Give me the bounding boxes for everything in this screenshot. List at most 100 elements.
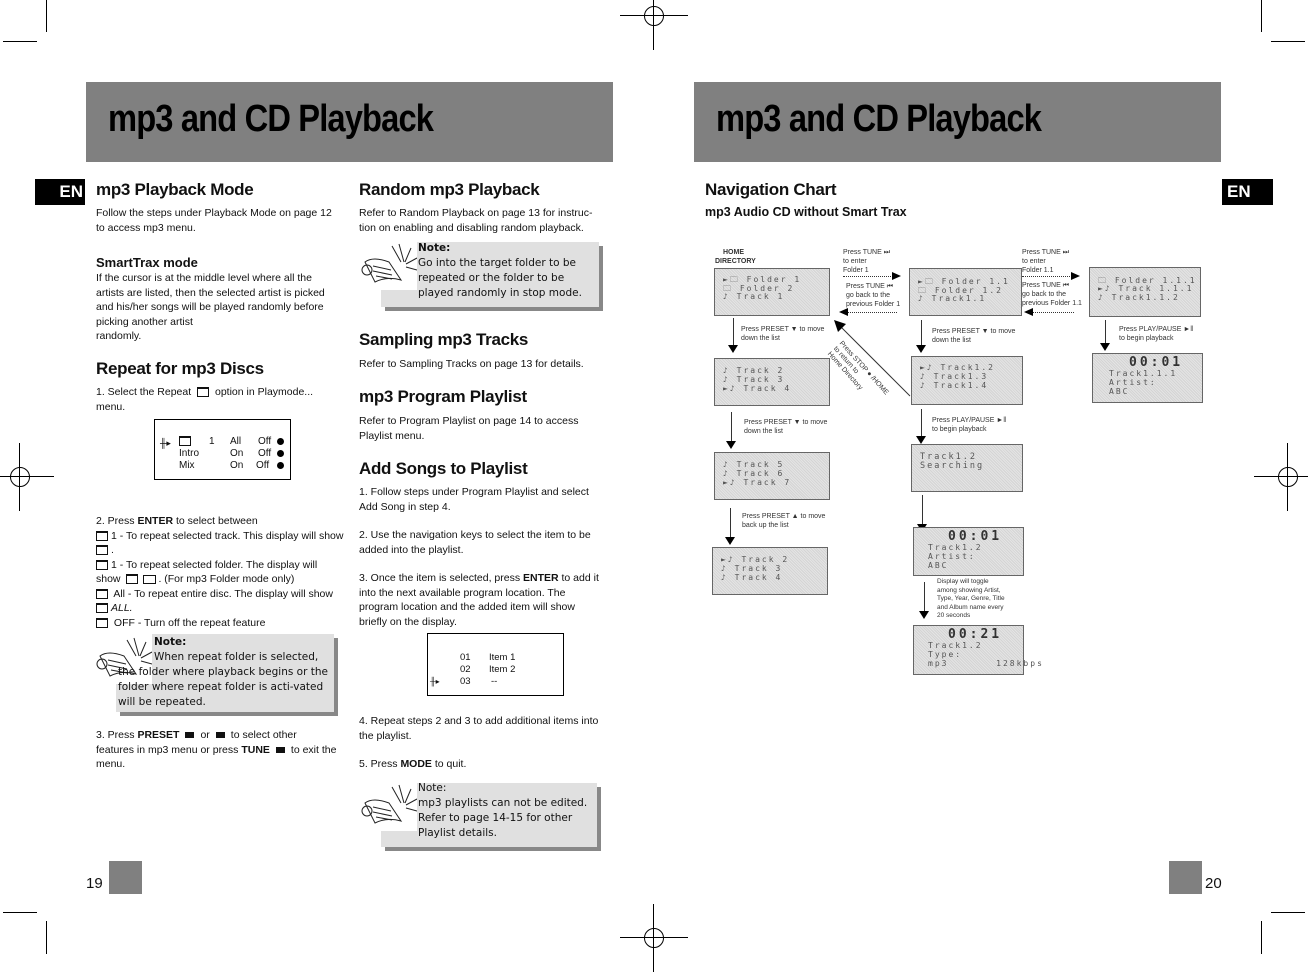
paragraph: 2. Use the navigation keys to select the… — [359, 529, 591, 556]
note-box: Note: Go into the target folder to be re… — [359, 240, 604, 310]
lcd-screen-folder: ►🗀 Folder 1.1 🗀 Folder 1.2 ♪ Track1.1 — [909, 268, 1022, 316]
lcd-screen-searching: Track1.2 Searching — [911, 444, 1023, 492]
folder-icon — [143, 574, 157, 584]
display-row — [179, 436, 191, 447]
lcd-screen-track-list: ►♪ Track 2 ♪ Track 3 ♪ Track 4 — [712, 547, 828, 595]
lcd-screen-track-list: ►♪ Track1.2 ♪ Track1.3 ♪ Track1.4 — [911, 356, 1023, 405]
paragraph: 1. Follow steps under Program Playlist a… — [359, 486, 589, 513]
note-box: Note: When repeat folder is selected, th… — [94, 634, 339, 716]
crop-mark — [1271, 41, 1305, 42]
paragraph: 3. Once the item is selected, press ENTE… — [359, 572, 599, 628]
paragraph: Refer to Random Playback on page 13 for … — [359, 207, 593, 234]
section-heading: Add Songs to Playlist — [359, 459, 528, 478]
repeat-icon — [179, 436, 191, 447]
caption: Press PRESET ▲ to move back up the list — [742, 513, 826, 529]
caption: Press PRESET ▼ to move down the list — [932, 328, 1016, 344]
down-arrow — [919, 582, 929, 619]
caption: Press PLAY/PAUSE ►‖ to begin playback — [932, 417, 1007, 433]
section-heading: Random mp3 Playback — [359, 180, 540, 199]
note-box: Note: mp3 playlists can not be edited. R… — [359, 781, 604, 851]
repeat-icon — [96, 588, 108, 599]
repeat-icon — [126, 574, 139, 585]
playmode-display: ╫▸ 1 All Off Intro On Off Mix On Off — [154, 419, 291, 480]
repeat-icon — [96, 545, 108, 556]
lcd-screen-track-list: ♪ Track 2 ♪ Track 3 ►♪ Track 4 — [714, 358, 830, 406]
caption: Press PRESET ▼ to move down the list — [744, 419, 828, 435]
repeat-icon — [96, 530, 108, 541]
page-number: 20 — [1205, 875, 1222, 892]
cursor-icon: ╫▸ — [430, 677, 440, 686]
section-heading: mp3 Playback Mode — [96, 180, 254, 199]
crop-mark — [46, 921, 47, 954]
paragraph: Refer to Program Playlist on page 14 to … — [359, 415, 579, 442]
lcd-screen-track-list: ♪ Track 5 ♪ Track 6 ►♪ Track 7 — [714, 452, 830, 500]
repeat-icon — [96, 617, 108, 628]
registration-mark — [620, 904, 688, 972]
page-marker — [1169, 861, 1202, 894]
lcd-screen-playback: 00:01 Track1.2 Artist: ABC — [913, 527, 1024, 576]
down-arrow — [1100, 320, 1110, 351]
language-tab: EN — [1222, 179, 1273, 205]
banner-title: mp3 and CD Playback — [108, 98, 434, 140]
caption: Press TUNE ⏮ go back to the previous Folde… — [846, 283, 901, 308]
page-banner-right: mp3 and CD Playback — [694, 82, 1221, 162]
down-arrow — [726, 412, 736, 449]
caption: Press PLAY/PAUSE ►‖ to begin playback — [1119, 326, 1194, 342]
cursor-icon: ╫▸ — [160, 438, 171, 448]
note-pencil-icon — [359, 781, 418, 831]
crop-mark — [46, 0, 47, 32]
status-dot — [277, 462, 284, 469]
registration-mark — [0, 443, 54, 511]
crop-mark — [1261, 0, 1262, 32]
page-number: 19 — [86, 875, 103, 892]
crop-mark — [1261, 921, 1262, 954]
language-tab: EN — [35, 179, 85, 205]
paragraph: Follow the steps under Playback Mode on … — [96, 207, 332, 234]
subsection-heading: SmartTrax mode — [96, 255, 198, 270]
status-dot — [277, 438, 284, 445]
down-arrow — [728, 318, 738, 353]
section-heading: mp3 Program Playlist — [359, 387, 527, 406]
crop-mark — [1271, 912, 1305, 913]
paragraph: If the cursor is at the middle level whe… — [96, 272, 325, 342]
paragraph: 4. Repeat steps 2 and 3 to add additiona… — [359, 715, 599, 742]
crop-mark — [3, 41, 37, 42]
preset-up-button-icon — [185, 732, 195, 739]
paragraph: Refer to Sampling Tracks on page 13 for … — [359, 358, 584, 370]
right-arrow — [1022, 272, 1080, 280]
down-arrow — [725, 508, 735, 545]
crop-mark — [3, 912, 37, 913]
lcd-screen-playback: 00:01 Track1.1.1 Artist: ABC — [1092, 353, 1203, 403]
down-arrow — [916, 320, 926, 353]
caption: Press TUNE ⏭ to enter Folder 1.1 — [1022, 249, 1070, 274]
registration-mark — [620, 0, 688, 50]
playlist-display: 01 Item 1 02 Item 2 ╫▸ 03 -- — [427, 633, 564, 696]
page-marker — [109, 861, 142, 894]
lcd-screen-playback: 00:21 Track1.2 Type: mp3 128kbps — [913, 625, 1042, 675]
status-dot — [277, 450, 284, 457]
paragraph: 3. Press PRESET or to select other feature… — [96, 729, 337, 770]
home-label: DIRECTORY — [715, 258, 756, 265]
caption: Press TUNE ⏭ to enter Folder 1 — [843, 249, 891, 274]
home-label: HOME — [723, 249, 744, 256]
note-pencil-icon — [359, 240, 418, 290]
lcd-screen-folder: 🗀 Folder 1.1.1 ►♪ Track 1.1.1 ♪ Track1.1… — [1089, 267, 1201, 317]
page-banner-left: mp3 and CD Playback — [86, 82, 613, 162]
left-arrow — [839, 308, 897, 316]
preset-down-button-icon — [215, 732, 225, 739]
paragraph: 1. Select the Repeat option in Playmode.… — [96, 386, 314, 413]
repeat-options: 2. Press ENTER to select between 1 - To … — [96, 515, 344, 629]
repeat-icon — [96, 603, 108, 614]
right-arrow — [843, 272, 901, 280]
registration-mark — [1254, 443, 1308, 511]
repeat-icon — [197, 387, 210, 398]
section-heading: Repeat for mp3 Discs — [96, 359, 264, 378]
down-arrow — [916, 409, 926, 444]
left-arrow — [1024, 308, 1074, 316]
caption: Display will toggle among showing Artist,… — [937, 578, 1005, 619]
section-heading: Navigation Chart — [705, 180, 837, 199]
section-subheading: mp3 Audio CD without Smart Trax — [705, 205, 907, 219]
lcd-screen-home: ►🗀 Folder 1 🗀 Folder 2 ♪ Track 1 — [714, 268, 830, 316]
caption: Press PRESET ▼ to move down the list — [741, 326, 825, 342]
repeat-icon — [96, 559, 108, 570]
